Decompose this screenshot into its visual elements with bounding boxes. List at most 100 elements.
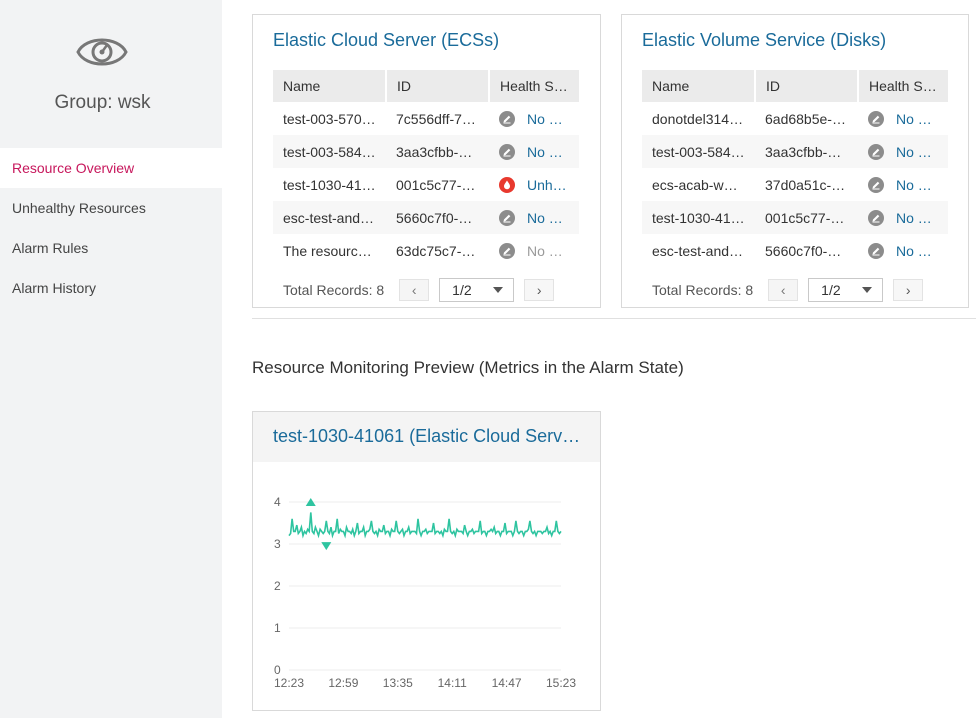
table-row[interactable]: test-003-570… 7c556dff-7… No … [273, 102, 579, 135]
table-row[interactable]: test-003-584… 3aa3cfbb-… No … [642, 135, 948, 168]
resource-id: 3aa3cfbb-… [755, 135, 858, 168]
table-row[interactable]: donotdel314… 6ad68b5e-… No … [642, 102, 948, 135]
resource-name-link[interactable]: test-003-570… [273, 102, 386, 135]
x-tick-label: 14:11 [438, 676, 467, 690]
next-page-button[interactable]: › [524, 279, 555, 301]
ecs-panel-title: Elastic Cloud Server (ECSs) [273, 30, 500, 50]
sidebar: Group: wsk Resource Overview Unhealthy R… [0, 0, 222, 718]
x-tick-label: 13:35 [383, 676, 413, 690]
total-records: Total Records: 8 [652, 282, 754, 298]
health-status-cell: Unh… [489, 168, 579, 201]
evs-table: Name ID Health S… donotdel314… 6ad68b5e-…… [642, 70, 948, 267]
health-status-cell: No … [489, 102, 579, 135]
column-header-id[interactable]: ID [386, 70, 490, 102]
health-status-cell: No … [489, 201, 579, 234]
ecs-table-body: test-003-570… 7c556dff-7… No … test-003-584… [273, 102, 579, 267]
resource-id: 37d0a51c-… [765, 176, 846, 193]
nav-item-alarm-rules[interactable]: Alarm Rules [0, 228, 222, 268]
ecs-table: Name ID Health S… test-003-570… 7c556dff-… [273, 70, 579, 267]
page-select-value: 1/2 [821, 282, 841, 298]
health-status-cell: No … [858, 135, 948, 168]
series-line [288, 512, 562, 539]
table-row[interactable]: The resourc… 63dc75c7-… No … [273, 234, 579, 267]
chart-card-title[interactable]: test-1030-41061 (Elastic Cloud Serv… [273, 426, 588, 447]
health-status-text[interactable]: No … [527, 210, 563, 226]
page-select-value: 1/2 [452, 282, 472, 298]
health-status-cell: No … [858, 234, 948, 267]
resource-id: 3aa3cfbb-… [386, 135, 489, 168]
chevron-left-icon: ‹ [411, 282, 417, 298]
health-status-cell: No … [489, 135, 579, 168]
pencil-icon [868, 110, 884, 127]
health-status-text[interactable]: No … [896, 243, 932, 259]
prev-page-button[interactable]: ‹ [399, 279, 430, 301]
column-header-health[interactable]: Health S… [858, 70, 948, 102]
resource-name-link[interactable]: test-003-584… [273, 135, 386, 168]
pencil-icon [868, 242, 884, 259]
nav-item-unhealthy-resources[interactable]: Unhealthy Resources [0, 188, 222, 228]
pencil-icon [499, 143, 515, 160]
y-tick-label: 2 [274, 579, 281, 593]
health-status-text[interactable]: Unh… [527, 177, 567, 193]
x-tick-label: 12:59 [328, 676, 358, 690]
health-status-cell: No … [489, 234, 579, 267]
column-header-id[interactable]: ID [755, 70, 859, 102]
pencil-icon [499, 242, 515, 259]
resource-id: 63dc75c7-… [396, 242, 476, 259]
y-tick-label: 4 [274, 495, 281, 509]
next-page-button[interactable]: › [893, 279, 924, 301]
table-row[interactable]: test-003-584… 3aa3cfbb-… No … [273, 135, 579, 168]
table-row[interactable]: test-1030-41… 001c5c77-… Unh… [273, 168, 579, 201]
resource-name-link[interactable]: test-1030-41… [642, 201, 755, 234]
resource-name-link[interactable]: ecs-acab-w… [642, 168, 755, 201]
metric-line-chart: 0 1 2 3 4 12:23 12:59 13:35 14:11 14:47 15:23 [274, 495, 576, 690]
page-select[interactable]: 1/2 [808, 278, 884, 302]
pencil-icon [868, 209, 884, 226]
health-status-text[interactable]: No … [896, 144, 932, 160]
total-records: Total Records: 8 [283, 282, 385, 298]
health-status-text: No … [527, 242, 563, 259]
page-select[interactable]: 1/2 [439, 278, 515, 302]
column-header-name[interactable]: Name [642, 70, 756, 102]
resource-name-link[interactable]: test-003-584… [642, 135, 755, 168]
metric-chart-card[interactable]: test-1030-41061 (Elastic Cloud Serv… 012… [252, 411, 601, 711]
resource-id: 001c5c77-… [396, 176, 476, 193]
pencil-icon [868, 176, 884, 193]
pencil-icon [499, 110, 515, 127]
resource-name-link[interactable]: esc-test-and… [273, 201, 386, 234]
health-status-text[interactable]: No … [527, 144, 563, 160]
table-row[interactable]: esc-test-and… 5660c7f0-… No … [642, 234, 948, 267]
column-header-health[interactable]: Health S… [489, 70, 579, 102]
resource-name-link[interactable]: donotdel314… [642, 102, 755, 135]
sidebar-nav: Resource Overview Unhealthy Resources Al… [0, 148, 222, 308]
eye-gauge-icon [76, 38, 128, 66]
health-status-text[interactable]: No … [896, 177, 932, 193]
health-status-text[interactable]: No … [896, 111, 932, 127]
evs-panel-title: Elastic Volume Service (Disks) [642, 30, 887, 50]
table-row[interactable]: esc-test-and… 5660c7f0-… No … [273, 201, 579, 234]
group-title: Group: wsk [54, 92, 151, 113]
resource-id: 001c5c77-… [755, 201, 858, 234]
nav-item-resource-overview[interactable]: Resource Overview [0, 148, 222, 188]
resource-name-link[interactable]: test-1030-41… [273, 168, 386, 201]
caret-down-icon [862, 287, 873, 293]
resource-name-link[interactable]: esc-test-and… [642, 234, 755, 267]
health-status-text[interactable]: No … [527, 111, 563, 127]
health-status-text[interactable]: No … [896, 210, 932, 226]
health-status-cell: No … [858, 201, 948, 234]
health-status-cell: No … [858, 102, 948, 135]
nav-item-alarm-history[interactable]: Alarm History [0, 268, 222, 308]
evs-table-body: donotdel314… 6ad68b5e-… No … test-003-584… 3… [642, 102, 948, 267]
ecs-pagination: Total Records: 8 ‹ 1/2 › [283, 278, 555, 302]
resource-id: 5660c7f0-… [386, 201, 489, 234]
resource-id: 6ad68b5e-… [765, 110, 846, 127]
resource-id: 7c556dff-7… [396, 110, 476, 127]
prev-page-button[interactable]: ‹ [768, 279, 799, 301]
x-tick-label: 15:23 [546, 676, 576, 690]
table-row[interactable]: test-1030-41… 001c5c77-… No … [642, 201, 948, 234]
column-header-name[interactable]: Name [273, 70, 387, 102]
chevron-right-icon: › [536, 282, 542, 298]
caret-down-icon [493, 287, 504, 293]
table-row[interactable]: ecs-acab-w… 37d0a51c-… No … [642, 168, 948, 201]
min-value-marker [321, 542, 332, 551]
